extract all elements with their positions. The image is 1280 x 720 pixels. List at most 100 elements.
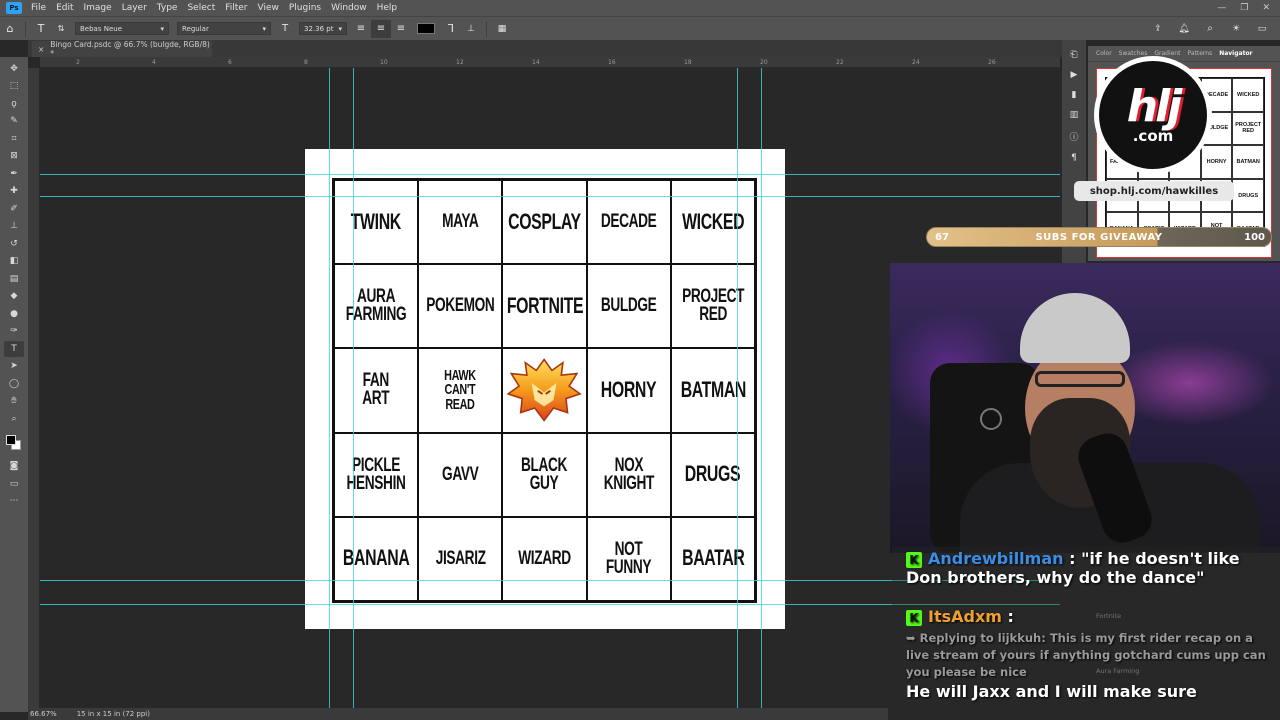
guide-vertical[interactable] — [761, 68, 762, 708]
font-family-select[interactable]: Bebas Neue ▾ — [75, 22, 169, 35]
history-panel-icon[interactable]: ⎗ — [1070, 50, 1077, 60]
bingo-cell[interactable] — [502, 348, 587, 433]
bulb-icon[interactable]: ☀ — [1226, 20, 1246, 38]
bingo-cell[interactable]: DRUGS — [670, 432, 755, 517]
bingo-cell[interactable]: BAATAR — [670, 516, 755, 601]
workspace-icon[interactable]: ▭ — [1252, 20, 1272, 38]
menu-plugins[interactable]: Plugins — [284, 3, 326, 13]
quick-select-tool-icon[interactable]: ✎ — [4, 114, 24, 130]
bingo-cell[interactable]: HAWK CAN'T READ — [418, 348, 503, 433]
align-right-icon[interactable]: ≡ — [391, 20, 411, 38]
frame-tool-icon[interactable]: ⊠ — [4, 149, 24, 165]
lasso-tool-icon[interactable]: ϙ — [4, 96, 24, 112]
foreground-color[interactable] — [6, 434, 16, 445]
bingo-cell[interactable]: NOT FUNNY — [586, 516, 671, 601]
properties-panel-icon[interactable]: ▮ — [1072, 90, 1077, 100]
3d-icon[interactable]: ▦ — [492, 20, 512, 38]
photoshop-logo-icon[interactable]: Ps — [6, 2, 22, 14]
paragraph-panel-icon[interactable]: ¶ — [1071, 153, 1077, 163]
tab-navigator[interactable]: Navigator — [1219, 50, 1252, 61]
path-selection-tool-icon[interactable]: ➤ — [4, 359, 24, 375]
guide-horizontal[interactable] — [40, 174, 1060, 175]
guide-vertical[interactable] — [737, 68, 738, 708]
menu-layer[interactable]: Layer — [117, 3, 152, 13]
adjustments-panel-icon[interactable]: ▥ — [1070, 110, 1079, 120]
bingo-cell[interactable]: DECADE — [586, 180, 671, 265]
ellipse-tool-icon[interactable]: ◯ — [4, 376, 24, 392]
zoom-tool-icon[interactable]: ⌕ — [4, 411, 24, 427]
menu-select[interactable]: Select — [182, 3, 220, 13]
bingo-cell[interactable]: FORTNITE — [502, 264, 587, 349]
home-icon[interactable]: ⌂ — [0, 20, 20, 38]
warp-text-icon[interactable]: Ꞁ — [441, 20, 461, 38]
bingo-cell[interactable]: BULDGE — [586, 264, 671, 349]
gradient-tool-icon[interactable]: ▤ — [4, 271, 24, 287]
bingo-cell[interactable]: HORNY — [586, 348, 671, 433]
bingo-cell[interactable]: BANANA — [334, 516, 419, 601]
bingo-cell[interactable]: PICKLE HENSHIN — [334, 432, 419, 517]
bingo-cell[interactable]: JISARIZ — [418, 516, 503, 601]
bingo-cell[interactable]: MAYA — [418, 180, 503, 265]
info-panel-icon[interactable]: ⓘ — [1069, 130, 1078, 143]
brush-tool-icon[interactable]: ✐ — [4, 201, 24, 217]
bingo-cell[interactable]: FAN ART — [334, 348, 419, 433]
menu-view[interactable]: View — [253, 3, 284, 13]
bingo-cell[interactable]: NOX KNIGHT — [586, 432, 671, 517]
text-orientation-icon[interactable]: ⇅ — [51, 20, 71, 38]
font-style-select[interactable]: Regular ▾ — [177, 22, 271, 35]
guide-vertical[interactable] — [329, 68, 330, 708]
notifications-icon[interactable]: 🔔︎ — [1174, 20, 1194, 38]
bingo-cell[interactable]: AURA FARMING — [334, 264, 419, 349]
blur-tool-icon[interactable]: ◆ — [4, 289, 24, 305]
hand-tool-icon[interactable]: ✋︎ — [4, 394, 24, 410]
menu-window[interactable]: Window — [326, 3, 372, 13]
bingo-cell[interactable]: TWINK — [334, 180, 419, 265]
align-left-icon[interactable]: ≡ — [351, 20, 371, 38]
eraser-tool-icon[interactable]: ◧ — [4, 254, 24, 270]
zoom-level[interactable]: 66.67% — [30, 710, 57, 718]
document-tab[interactable]: × Bingo Card.psdc @ 66.7% (bulgde, RGB/8… — [32, 40, 212, 58]
crop-tool-icon[interactable]: ⌗ — [4, 131, 24, 147]
dodge-tool-icon[interactable]: ● — [4, 306, 24, 322]
bingo-cell[interactable]: WIZARD — [502, 516, 587, 601]
menu-filter[interactable]: Filter — [220, 3, 252, 13]
bingo-cell[interactable]: COSPLAY — [502, 180, 587, 265]
bingo-cell[interactable]: BLACK GUY — [502, 432, 587, 517]
minimize-button[interactable]: — — [1217, 3, 1226, 13]
healing-brush-tool-icon[interactable]: ✚ — [4, 184, 24, 200]
marquee-tool-icon[interactable]: ⬚ — [4, 79, 24, 95]
bingo-cell[interactable]: PROJECT RED — [670, 264, 755, 349]
history-brush-tool-icon[interactable]: ↺ — [4, 236, 24, 252]
menu-file[interactable]: File — [26, 3, 51, 13]
tab-patterns[interactable]: Patterns — [1187, 50, 1212, 61]
move-tool-icon[interactable]: ✥ — [4, 61, 24, 77]
close-button[interactable]: ✕ — [1262, 3, 1270, 13]
clone-stamp-tool-icon[interactable]: ⊥ — [4, 219, 24, 235]
menu-help[interactable]: Help — [372, 3, 403, 13]
text-color-swatch[interactable] — [417, 23, 435, 34]
align-center-icon[interactable]: ≡ — [371, 19, 391, 38]
bingo-cell[interactable]: WICKED — [670, 180, 755, 265]
eyedropper-tool-icon[interactable]: ✒ — [4, 166, 24, 182]
actions-panel-icon[interactable]: ▶ — [1071, 70, 1078, 80]
guide-vertical[interactable] — [353, 68, 354, 708]
bingo-cell[interactable]: GAVV — [418, 432, 503, 517]
share-icon[interactable]: ⇪ — [1148, 20, 1168, 38]
document-canvas[interactable]: TWINK MAYA COSPLAY DECADE WICKED AURA FARMING… — [305, 149, 785, 629]
menu-image[interactable]: Image — [79, 3, 117, 13]
bingo-cell[interactable]: POKEMON — [418, 264, 503, 349]
character-panel-icon[interactable]: ⊥ — [461, 20, 481, 38]
menu-type[interactable]: Type — [152, 3, 183, 13]
pen-tool-icon[interactable]: ✑ — [4, 324, 24, 340]
edit-toolbar-icon[interactable]: ⋯ — [4, 494, 24, 510]
font-size-select[interactable]: 32.36 pt ▾ — [299, 22, 347, 35]
tab-color[interactable]: Color — [1096, 50, 1112, 61]
type-tool-preset-icon[interactable]: T — [31, 20, 51, 38]
bingo-cell[interactable]: BATMAN — [670, 348, 755, 433]
color-swatches[interactable] — [4, 433, 24, 453]
restore-button[interactable]: ❐ — [1240, 3, 1248, 13]
guide-horizontal[interactable] — [40, 196, 1060, 197]
quick-mask-icon[interactable]: ◙ — [4, 459, 24, 475]
close-tab-icon[interactable]: × — [38, 45, 44, 54]
search-icon[interactable]: ⌕ — [1200, 20, 1220, 38]
